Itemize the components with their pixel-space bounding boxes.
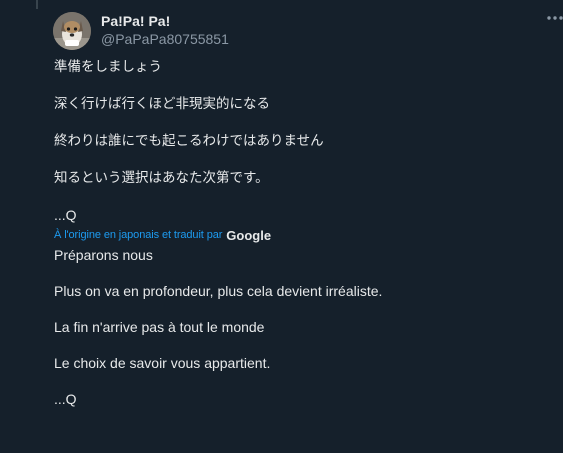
translated-text: Préparons nous Plus on va en profondeur,…	[54, 246, 549, 408]
author-name[interactable]: Pa!Pa! Pa!	[101, 13, 170, 29]
translation-attribution: À l'origine en japonais et traduit par G…	[54, 226, 549, 244]
tweet: Pa!Pa! Pa! @PaPaPa80755851 準備をしましょう 深く行け…	[0, 0, 563, 453]
original-line: 知るという選択はあなた次第です。	[54, 170, 269, 186]
avatar-dog-image	[53, 12, 91, 50]
translated-line: Préparons nous	[54, 247, 153, 263]
more-horizontal-icon[interactable]	[545, 9, 563, 25]
avatar[interactable]	[53, 12, 91, 50]
original-line: 深く行けば行くほど非現実的になる	[54, 96, 270, 112]
translated-line: Plus on va en profondeur, plus cela devi…	[54, 283, 383, 299]
translated-line: ...Q	[54, 391, 77, 407]
translated-line: La fin n'arrive pas à tout le monde	[54, 319, 265, 335]
translation-note-link[interactable]: À l'origine en japonais et traduit par	[54, 229, 222, 241]
original-line: 準備をしましょう	[54, 59, 162, 75]
google-logo: Google	[226, 227, 272, 243]
author-handle[interactable]: @PaPaPa80755851	[101, 31, 229, 47]
tweet-text: 準備をしましょう 深く行けば行くほど非現実的になる 終わりは誰にでも起こるわけで…	[54, 58, 549, 408]
original-line: 終わりは誰にでも起こるわけではありません	[54, 133, 324, 149]
original-line: ...Q	[54, 207, 77, 223]
translated-line: Le choix de savoir vous appartient.	[54, 355, 271, 371]
